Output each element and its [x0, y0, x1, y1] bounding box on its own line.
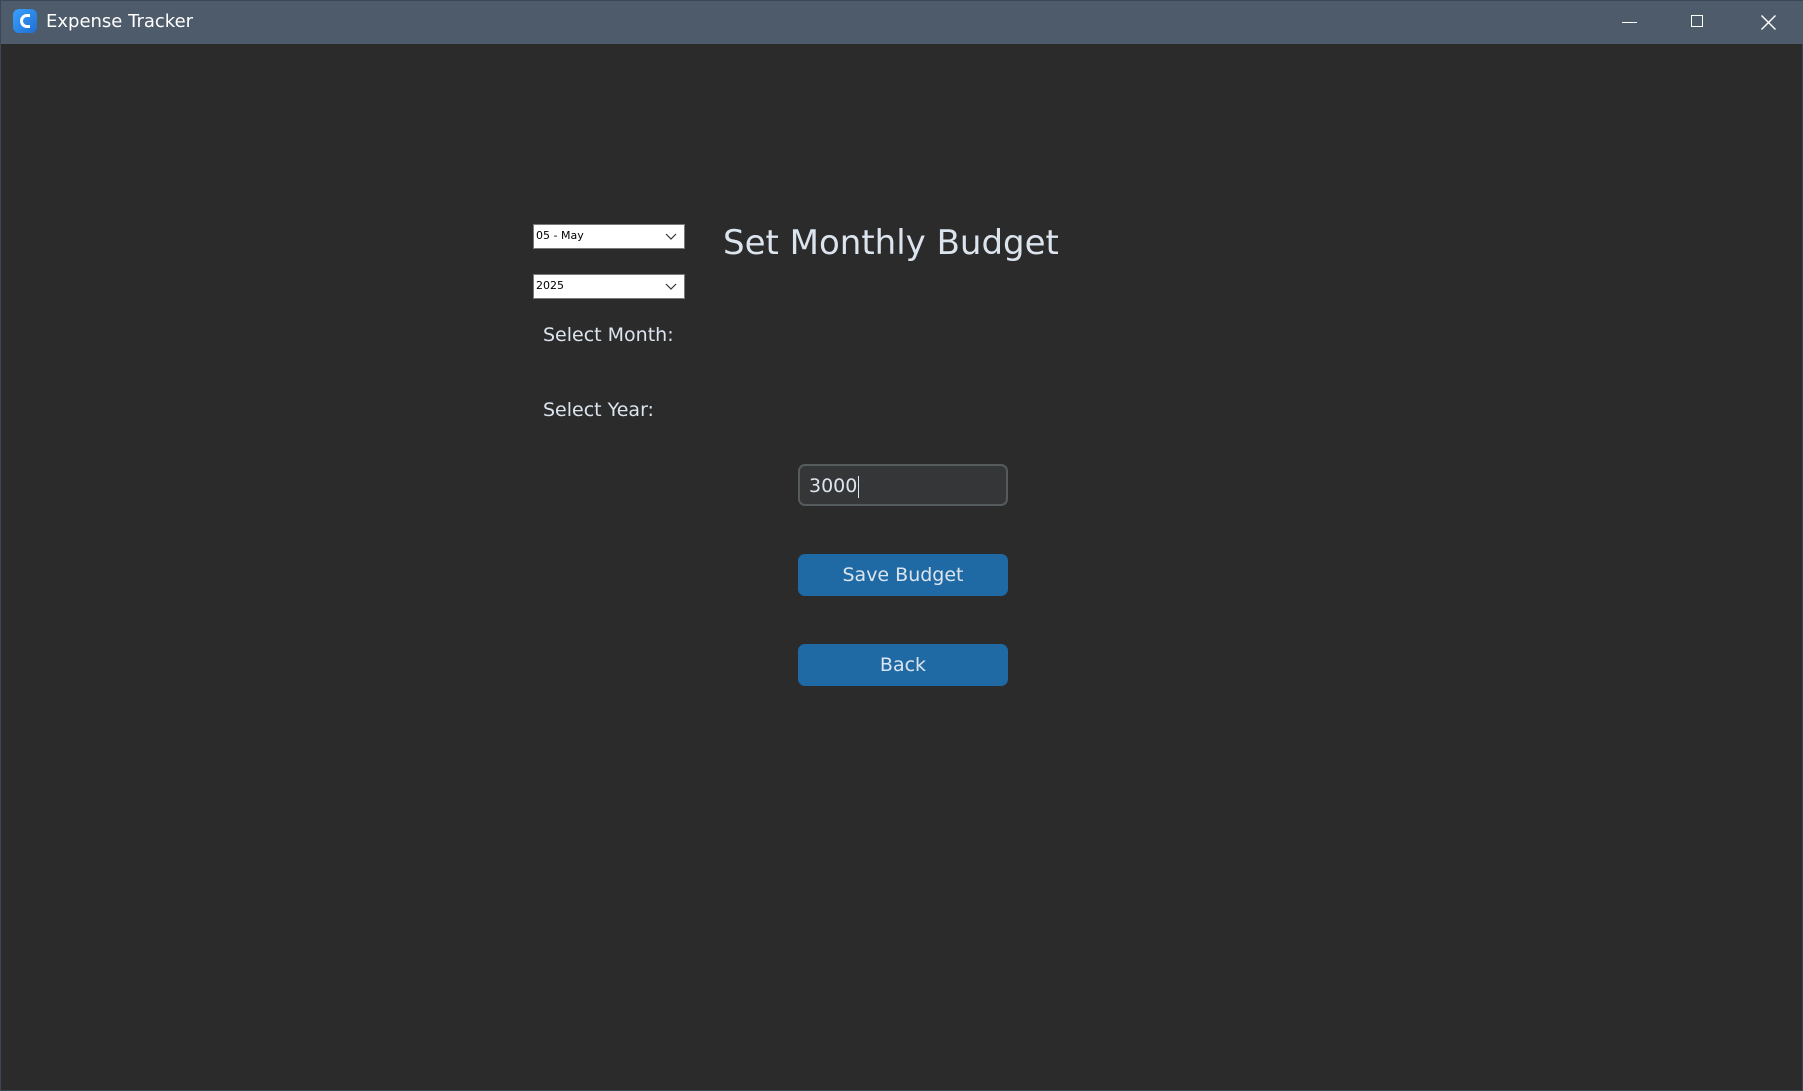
year-select[interactable]: 2025 — [533, 274, 685, 299]
save-budget-button[interactable]: Save Budget — [798, 554, 1008, 596]
year-select-value: 2025 — [536, 279, 564, 292]
close-button[interactable] — [1733, 1, 1803, 44]
budget-amount-value: 3000 — [809, 475, 860, 498]
chevron-down-icon — [665, 233, 677, 240]
maximize-button[interactable] — [1663, 1, 1733, 44]
select-year-label: Select Year: — [543, 399, 654, 421]
month-select-value: 05 - May — [536, 229, 584, 242]
month-select[interactable]: 05 - May — [533, 224, 685, 249]
app-window: Expense Tracker 05 - May 2025 Set Monthl… — [0, 0, 1803, 1091]
text-caret — [858, 475, 860, 498]
title-bar[interactable]: Expense Tracker — [1, 1, 1803, 44]
budget-amount-text: 3000 — [809, 475, 858, 497]
select-month-label: Select Month: — [543, 324, 674, 346]
app-logo-icon — [13, 9, 37, 33]
budget-amount-input[interactable]: 3000 — [798, 464, 1008, 506]
page-title: Set Monthly Budget — [723, 223, 1059, 263]
minimize-button[interactable] — [1594, 1, 1664, 44]
chevron-down-icon — [665, 283, 677, 290]
back-button[interactable]: Back — [798, 644, 1008, 686]
close-icon — [1761, 15, 1776, 30]
window-title: Expense Tracker — [46, 11, 194, 32]
